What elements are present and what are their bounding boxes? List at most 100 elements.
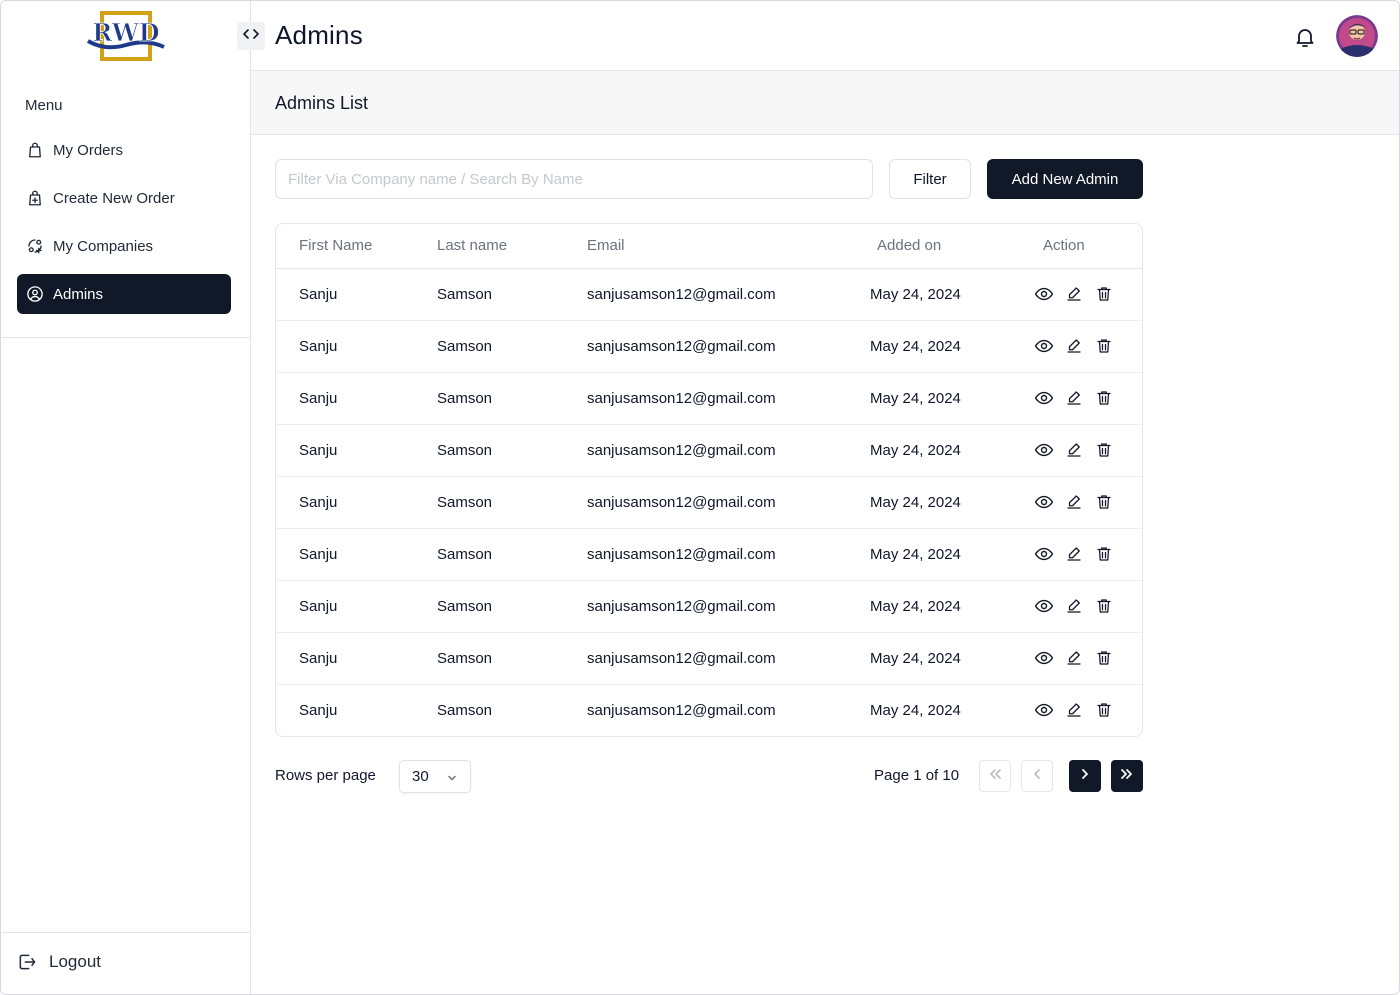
- chevron-right-icon: [1077, 766, 1093, 787]
- app-window: RWD Menu My Orders Create New Order My C…: [0, 0, 1400, 995]
- logout-button[interactable]: Logout: [17, 951, 101, 973]
- column-header-email[interactable]: Email: [587, 237, 625, 254]
- cell-first-name: Sanju: [299, 494, 338, 511]
- avatar[interactable]: [1336, 15, 1378, 57]
- brand-logo[interactable]: RWD: [85, 11, 167, 61]
- pencil-icon[interactable]: [1064, 388, 1084, 408]
- cell-email: sanjusamson12@gmail.com: [587, 286, 776, 303]
- row-actions: [1034, 336, 1114, 356]
- trash-icon[interactable]: [1094, 700, 1114, 720]
- code-brackets-icon: [243, 27, 259, 45]
- cell-email: sanjusamson12@gmail.com: [587, 494, 776, 511]
- table-row[interactable]: Sanju Samson sanjusamson12@gmail.com May 24…: [276, 529, 1142, 581]
- next-page-button[interactable]: [1069, 760, 1101, 792]
- cell-first-name: Sanju: [299, 286, 338, 303]
- first-page-button[interactable]: [979, 760, 1011, 792]
- rows-per-page-select[interactable]: 30: [399, 760, 471, 793]
- cell-added-on: May 24, 2024: [870, 546, 961, 563]
- cell-first-name: Sanju: [299, 546, 338, 563]
- cell-last-name: Samson: [437, 286, 493, 303]
- table-row[interactable]: Sanju Samson sanjusamson12@gmail.com May 24…: [276, 373, 1142, 425]
- table-row[interactable]: Sanju Samson sanjusamson12@gmail.com May 24…: [276, 633, 1142, 685]
- admins-table: First Name Last name Email Added on Acti…: [275, 223, 1143, 737]
- chevrons-left-icon: [987, 766, 1003, 787]
- trash-icon[interactable]: [1094, 284, 1114, 304]
- cell-email: sanjusamson12@gmail.com: [587, 702, 776, 719]
- rows-per-page-value: 30: [412, 768, 429, 785]
- eye-icon[interactable]: [1034, 596, 1054, 616]
- eye-icon[interactable]: [1034, 336, 1054, 356]
- row-actions: [1034, 648, 1114, 668]
- trash-icon[interactable]: [1094, 648, 1114, 668]
- sidebar-item-create-new-order[interactable]: Create New Order: [17, 178, 231, 218]
- eye-icon[interactable]: [1034, 648, 1054, 668]
- cell-first-name: Sanju: [299, 390, 338, 407]
- sidebar-divider: [1, 337, 250, 338]
- table-row[interactable]: Sanju Samson sanjusamson12@gmail.com May 24…: [276, 269, 1142, 321]
- table-row[interactable]: Sanju Samson sanjusamson12@gmail.com May 24…: [276, 321, 1142, 373]
- trash-icon[interactable]: [1094, 336, 1114, 356]
- pencil-icon[interactable]: [1064, 648, 1084, 668]
- sidebar-item-admins[interactable]: Admins: [17, 274, 231, 314]
- cell-email: sanjusamson12@gmail.com: [587, 390, 776, 407]
- trash-icon[interactable]: [1094, 596, 1114, 616]
- table-row[interactable]: Sanju Samson sanjusamson12@gmail.com May 24…: [276, 477, 1142, 529]
- pencil-icon[interactable]: [1064, 596, 1084, 616]
- pencil-icon[interactable]: [1064, 440, 1084, 460]
- page-info: Page 1 of 10: [874, 767, 960, 784]
- pencil-icon[interactable]: [1064, 336, 1084, 356]
- cell-first-name: Sanju: [299, 598, 338, 615]
- section-header: Admins List: [251, 71, 1399, 135]
- trash-icon[interactable]: [1094, 440, 1114, 460]
- sidebar-item-label: Admins: [53, 285, 104, 303]
- sidebar-item-label: My Orders: [53, 141, 124, 159]
- add-new-admin-button[interactable]: Add New Admin: [987, 159, 1143, 199]
- pencil-icon[interactable]: [1064, 284, 1084, 304]
- cell-last-name: Samson: [437, 338, 493, 355]
- sidebar-item-my-companies[interactable]: My Companies: [17, 226, 231, 266]
- pencil-icon[interactable]: [1064, 700, 1084, 720]
- cell-email: sanjusamson12@gmail.com: [587, 650, 776, 667]
- cell-email: sanjusamson12@gmail.com: [587, 598, 776, 615]
- column-header-first-name[interactable]: First Name: [299, 237, 372, 254]
- cell-added-on: May 24, 2024: [870, 598, 961, 615]
- sidebar-item-my-orders[interactable]: My Orders: [17, 130, 231, 170]
- logout-label: Logout: [49, 952, 101, 971]
- cell-added-on: May 24, 2024: [870, 494, 961, 511]
- eye-icon[interactable]: [1034, 388, 1054, 408]
- svg-text:RWD: RWD: [92, 18, 159, 47]
- cell-last-name: Samson: [437, 494, 493, 511]
- cell-email: sanjusamson12@gmail.com: [587, 338, 776, 355]
- chevron-left-icon: [1029, 766, 1045, 787]
- table-row[interactable]: Sanju Samson sanjusamson12@gmail.com May 24…: [276, 685, 1142, 736]
- column-header-last-name[interactable]: Last name: [437, 237, 507, 254]
- trash-icon[interactable]: [1094, 544, 1114, 564]
- cell-first-name: Sanju: [299, 338, 338, 355]
- cell-last-name: Samson: [437, 598, 493, 615]
- filter-button[interactable]: Filter: [889, 159, 971, 199]
- eye-icon[interactable]: [1034, 544, 1054, 564]
- eye-icon[interactable]: [1034, 492, 1054, 512]
- previous-page-button[interactable]: [1021, 760, 1053, 792]
- trash-icon[interactable]: [1094, 388, 1114, 408]
- top-bar: [251, 1, 1399, 71]
- eye-icon[interactable]: [1034, 284, 1054, 304]
- column-header-added-on[interactable]: Added on: [877, 237, 941, 254]
- table-row[interactable]: Sanju Samson sanjusamson12@gmail.com May 24…: [276, 581, 1142, 633]
- table-body: Sanju Samson sanjusamson12@gmail.com May 24…: [276, 269, 1142, 736]
- sidebar-toggle-button[interactable]: [237, 22, 265, 50]
- companies-icon: [25, 236, 45, 256]
- eye-icon[interactable]: [1034, 440, 1054, 460]
- pencil-icon[interactable]: [1064, 544, 1084, 564]
- table-row[interactable]: Sanju Samson sanjusamson12@gmail.com May 24…: [276, 425, 1142, 477]
- sidebar-nav: My Orders Create New Order My Companies …: [17, 130, 231, 322]
- trash-icon[interactable]: [1094, 492, 1114, 512]
- search-input[interactable]: [275, 159, 873, 199]
- cell-added-on: May 24, 2024: [870, 286, 961, 303]
- cell-last-name: Samson: [437, 442, 493, 459]
- last-page-button[interactable]: [1111, 760, 1143, 792]
- notification-bell-icon[interactable]: [1293, 25, 1317, 49]
- pencil-icon[interactable]: [1064, 492, 1084, 512]
- eye-icon[interactable]: [1034, 700, 1054, 720]
- logout-divider: [1, 932, 250, 933]
